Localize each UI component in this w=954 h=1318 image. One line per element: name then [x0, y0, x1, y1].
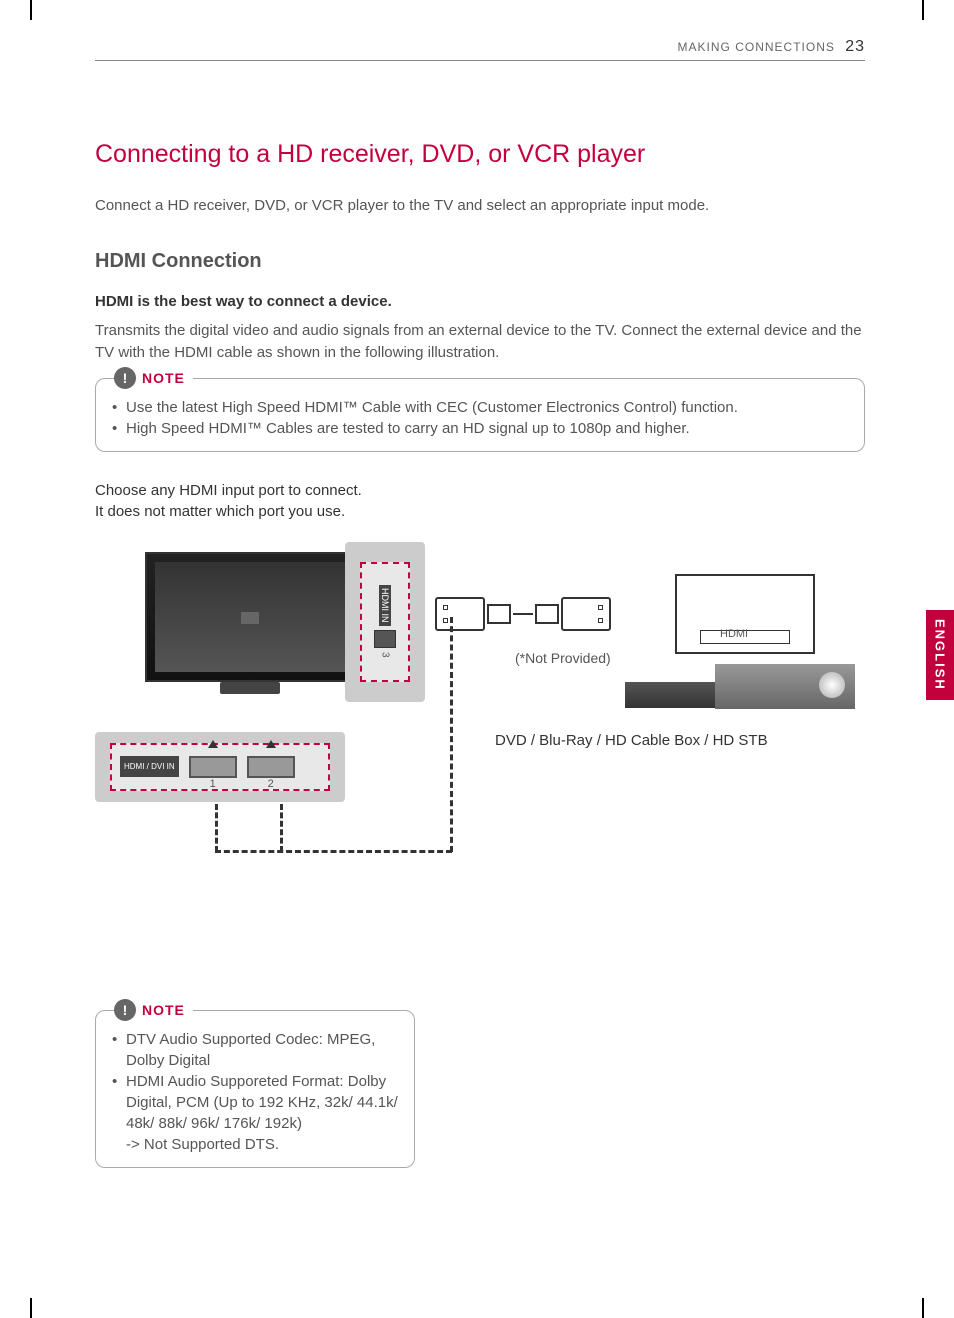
- connection-diagram: HDMI IN 3 HDMI / DVI IN 1 2: [95, 542, 865, 882]
- dashed-line: [450, 617, 453, 852]
- instruction-text: Choose any HDMI input port to connect. I…: [95, 480, 865, 522]
- dashed-line: [280, 804, 283, 852]
- subheading: HDMI Connection: [95, 250, 865, 273]
- note-item: High Speed HDMI™ Cables are tested to ca…: [112, 418, 848, 439]
- dashed-line: [215, 850, 452, 853]
- hdmi-dvi-label: HDMI / DVI IN: [120, 756, 179, 777]
- note-item-text: HDMI Audio Supporeted Format: Dolby Digi…: [126, 1073, 398, 1132]
- emphasis-line: HDMI is the best way to connect a device…: [95, 293, 865, 310]
- note-item: Use the latest High Speed HDMI™ Cable wi…: [112, 397, 848, 418]
- not-provided-label: (*Not Provided): [515, 650, 611, 666]
- dvd-player-illustration: [715, 664, 855, 709]
- page-title: Connecting to a HD receiver, DVD, or VCR…: [95, 140, 865, 169]
- running-header: MAKING CONNECTIONS 23: [678, 38, 865, 56]
- instruction-line: Choose any HDMI input port to connect.: [95, 482, 362, 499]
- language-tab: ENGLISH: [926, 610, 954, 700]
- hdmi-in-label: HDMI IN: [379, 585, 391, 626]
- note-item-subtext: -> Not Supported DTS.: [126, 1134, 398, 1155]
- note-item: DTV Audio Supported Codec: MPEG, Dolby D…: [112, 1029, 398, 1071]
- note-box-2: ! NOTE DTV Audio Supported Codec: MPEG, …: [95, 1010, 415, 1168]
- section-name: MAKING CONNECTIONS: [678, 40, 835, 54]
- dashed-line: [215, 804, 218, 852]
- note-icon: !: [114, 367, 136, 389]
- note-label: NOTE: [142, 370, 185, 386]
- header-rule: [95, 60, 865, 90]
- side-port-zoom: HDMI IN 3: [345, 542, 425, 702]
- port-number-1: 1: [210, 778, 216, 790]
- device-rear-illustration: [675, 574, 815, 654]
- body-paragraph: Transmits the digital video and audio si…: [95, 320, 865, 364]
- device-hdmi-label: HDMI: [720, 628, 748, 640]
- note-box-1: ! NOTE Use the latest High Speed HDMI™ C…: [95, 378, 865, 452]
- note-item: HDMI Audio Supporeted Format: Dolby Digi…: [112, 1071, 398, 1155]
- port-number-2: 2: [268, 778, 274, 790]
- note-icon: !: [114, 999, 136, 1021]
- hdmi-cable-illustration: [435, 597, 611, 631]
- port-number-3: 3: [380, 652, 391, 658]
- bottom-port-zoom: HDMI / DVI IN 1 2: [95, 732, 345, 802]
- page-number: 23: [845, 38, 865, 55]
- hdmi-port-icon: 1: [189, 756, 237, 778]
- note-label: NOTE: [142, 1002, 185, 1018]
- instruction-line: It does not matter which port you use.: [95, 503, 345, 520]
- hdmi-port-icon: 2: [247, 756, 295, 778]
- device-caption: DVD / Blu-Ray / HD Cable Box / HD STB: [495, 732, 768, 749]
- intro-text: Connect a HD receiver, DVD, or VCR playe…: [95, 197, 865, 214]
- page-content: MAKING CONNECTIONS 23 Connecting to a HD…: [95, 60, 865, 882]
- tv-illustration: [145, 552, 355, 682]
- hdmi-port-icon: [374, 630, 396, 648]
